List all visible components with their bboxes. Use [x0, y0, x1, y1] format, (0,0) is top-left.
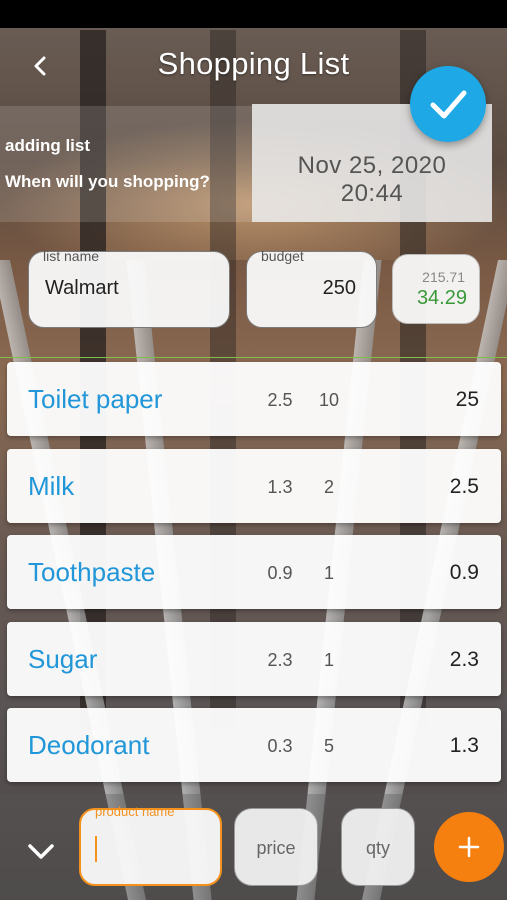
- confirm-button[interactable]: [410, 66, 486, 142]
- item-name: Toothpaste: [28, 557, 156, 587]
- item-price: 0.9: [267, 563, 293, 583]
- price-input[interactable]: price: [234, 808, 318, 886]
- item-total: 25: [455, 388, 479, 411]
- list-item[interactable]: Toilet paper 2.5 10 25: [7, 362, 501, 436]
- list-item[interactable]: Milk 1.3 2 2.5: [7, 449, 501, 523]
- item-qty: 1: [323, 650, 334, 670]
- adding-list-label: adding list: [5, 136, 90, 155]
- product-name-input[interactable]: product name: [79, 804, 222, 886]
- item-qty: 10: [318, 390, 340, 410]
- product-name-label: product name: [95, 804, 175, 819]
- collapse-button[interactable]: [26, 836, 56, 866]
- item-total: 0.9: [449, 561, 479, 584]
- item-price: 1.3: [267, 477, 293, 497]
- text-cursor: [95, 836, 97, 862]
- check-icon: [430, 90, 467, 119]
- list-name-value: Walmart: [45, 277, 119, 299]
- list-item[interactable]: Deodorant 0.3 5 1.3: [7, 708, 501, 782]
- item-name: Toilet paper: [28, 384, 163, 414]
- plus-icon: [458, 836, 480, 858]
- status-bar: [0, 0, 507, 28]
- spent-total: 215.71: [422, 269, 465, 285]
- price-placeholder: price: [256, 838, 296, 858]
- item-total: 1.3: [449, 734, 479, 757]
- list-item[interactable]: Toothpaste 0.9 1 0.9: [7, 535, 501, 609]
- date-value: Nov 25, 2020: [297, 152, 447, 179]
- item-total: 2.5: [449, 475, 479, 498]
- item-qty: 2: [323, 477, 334, 497]
- item-name: Sugar: [28, 644, 98, 674]
- item-qty: 1: [323, 563, 334, 583]
- item-price: 2.3: [267, 650, 293, 670]
- budget-value: 250: [322, 277, 356, 299]
- info-panel: adding list When will you shopping?: [0, 106, 252, 222]
- remaining-budget: 34.29: [416, 287, 467, 309]
- item-name: Deodorant: [28, 730, 150, 760]
- item-price: 0.3: [267, 736, 293, 756]
- item-name: Milk: [28, 471, 75, 501]
- item-price: 2.5: [267, 390, 293, 410]
- item-qty: 5: [323, 736, 334, 756]
- qty-placeholder: qty: [365, 838, 390, 858]
- list-name-field[interactable]: list name Walmart: [28, 248, 230, 328]
- budget-summary: 215.71 34.29: [392, 254, 480, 324]
- list-name-label: list name: [43, 248, 100, 264]
- shopping-date-label: When will you shopping?: [5, 172, 210, 191]
- divider: [0, 357, 507, 358]
- list-item[interactable]: Sugar 2.3 1 2.3: [7, 622, 501, 696]
- item-total: 2.3: [449, 648, 479, 671]
- chevron-down-icon: [28, 844, 54, 859]
- qty-input[interactable]: qty: [341, 808, 415, 886]
- budget-label: budget: [261, 248, 304, 264]
- add-item-button[interactable]: [434, 812, 504, 882]
- budget-field[interactable]: budget 250: [246, 248, 377, 328]
- time-value: 20:44: [340, 180, 404, 207]
